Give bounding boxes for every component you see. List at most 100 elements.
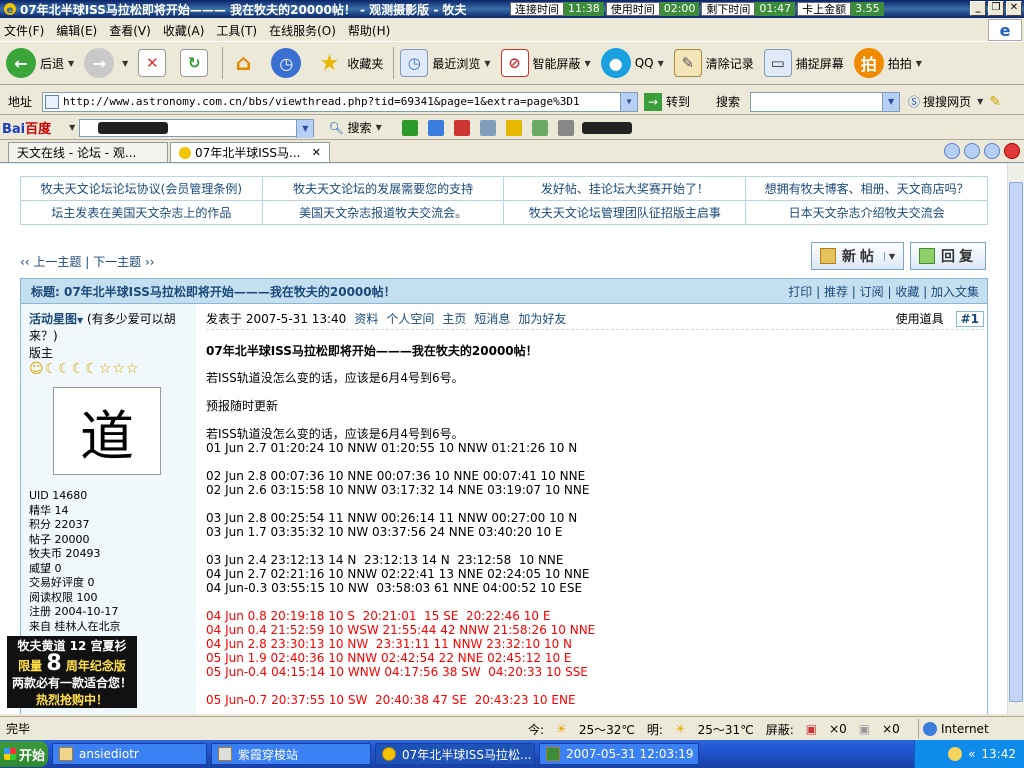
popup-block-icon[interactable]: ▣ (806, 722, 817, 736)
taskbar-item-folder[interactable]: ansiediotr (52, 743, 207, 765)
search-dropdown-icon[interactable]: ▼ (882, 92, 900, 111)
forward-button[interactable]: → ▼ (84, 48, 128, 78)
ad-block-icon[interactable]: ▣ (859, 722, 870, 736)
personal-space-link[interactable]: 个人空间 (386, 310, 434, 327)
close-button[interactable]: ✕ (1006, 1, 1022, 16)
pass-line: 01 Jun 2.7 01:20:24 10 NNW 01:20:55 10 N… (206, 441, 578, 455)
baidu-logo[interactable]: Bai百度 (2, 118, 51, 137)
user-profile: 活动星图▼ (有多少爱可以胡来？) 版主 ☺☾☾☾☾☆☆☆ 道 UID 1468… (7, 304, 196, 714)
paipai-button[interactable]: 拍 拍拍 ▼ (853, 48, 922, 78)
image-icon[interactable] (427, 119, 444, 136)
recent-dropdown-icon[interactable]: ▼ (484, 59, 490, 68)
menu-help[interactable]: 帮助(H) (348, 22, 390, 39)
announcement-link[interactable]: 坛主发表在美国天文杂志上的作品 (20, 200, 263, 225)
tools-icon[interactable] (557, 119, 574, 136)
promo-banner[interactable]: 牧夫黄道 12 宫夏衫 限量 8 周年纪念版 两款必有一款适合您！ 热烈抢购中！ (7, 636, 137, 708)
history-button[interactable]: ◷ (271, 48, 305, 78)
baidu-search-input[interactable]: ▼ (79, 118, 315, 138)
menu-view[interactable]: 查看(V) (109, 22, 151, 39)
taskbar: 开始 ansiediotr 紫霞穿梭站 07年北半球ISS马拉松... 2007… (0, 740, 1024, 768)
tab-back-icon[interactable] (984, 143, 1000, 159)
search-web-button[interactable]: 搜搜网页 (923, 93, 971, 110)
menu-online[interactable]: 在线服务(O) (269, 22, 336, 39)
vertical-scrollbar[interactable] (1007, 164, 1024, 714)
qq-button[interactable]: ● QQ ▼ (600, 48, 664, 78)
use-tools-link[interactable]: 使用道具 (896, 310, 944, 327)
announcement-link[interactable]: 牧夫天文论坛的发展需要您的支持 (261, 176, 505, 201)
announcement-link[interactable]: 发好帖、挂论坛大奖赛开始了！ (503, 176, 747, 201)
menu-favorites[interactable]: 收藏(A) (163, 22, 205, 39)
go-button[interactable]: → 转到 (644, 92, 690, 111)
refresh-button[interactable]: ↻ (180, 49, 212, 77)
start-button[interactable]: 开始 (0, 741, 48, 767)
tab-list-icon[interactable] (944, 143, 960, 159)
menu-file[interactable]: 文件(F) (4, 22, 44, 39)
clear-history-button[interactable]: ✎ 清除记录 (673, 49, 754, 77)
menu-tools[interactable]: 工具(T) (216, 22, 257, 39)
pass-line (206, 679, 984, 693)
baidu-search-button[interactable]: 🔍︎ 搜索 ▼ (328, 119, 381, 136)
message-link[interactable]: 短消息 (474, 310, 510, 327)
announcement-link[interactable]: 想拥有牧夫博客、相册、天文商店吗？ (745, 176, 988, 201)
restore-button[interactable]: ❐ (988, 1, 1004, 16)
taskbar-item-browser[interactable]: 07年北半球ISS马拉松... (375, 743, 535, 765)
new-post-dropdown-icon[interactable]: ▼ (883, 251, 895, 261)
announcement-link[interactable]: 牧夫天文论坛管理团队征招版主启事 (503, 200, 747, 225)
baidu-dropdown-icon[interactable]: ▼ (296, 119, 314, 138)
forward-dropdown-icon[interactable]: ▼ (122, 59, 128, 68)
taskbar-item-timer[interactable]: 2007-05-31 12:03:19 (539, 743, 699, 765)
baidu-search-dropdown-icon[interactable]: ▼ (376, 123, 382, 132)
back-button[interactable]: ← 后退 ▼ (6, 48, 74, 78)
prev-thread-link[interactable]: ‹‹ 上一主题 (20, 255, 81, 269)
home-button[interactable]: ⌂ (229, 49, 261, 77)
avatar[interactable]: 道 (53, 387, 161, 475)
recent-button[interactable]: ◷ 最近浏览 ▼ (400, 49, 491, 77)
promo-big-number: 8 (46, 651, 62, 676)
thread-actions[interactable]: 打印 | 推荐 | 订阅 | 收藏 | 加入文集 (788, 283, 979, 300)
pencil-icon[interactable]: ✎ (989, 94, 1001, 110)
music-icon[interactable] (401, 119, 418, 136)
close-tab-icon[interactable]: ✕ (312, 146, 321, 159)
baidu-menu-dropdown-icon[interactable]: ▼ (69, 123, 75, 132)
user-menu-icon[interactable]: ▼ (77, 316, 83, 325)
window-icon[interactable] (479, 119, 496, 136)
tab-new-icon[interactable] (964, 143, 980, 159)
announcement-link[interactable]: 牧夫天文论坛论坛协议(会员管理条例) (20, 176, 263, 201)
address-dropdown-icon[interactable]: ▼ (620, 92, 638, 111)
taskbar-item-zixia[interactable]: 紫霞穿梭站 (211, 743, 371, 765)
announcement-link[interactable]: 美国天文杂志报道牧夫交流会。 (261, 200, 505, 225)
reply-button[interactable]: 回复 (910, 242, 986, 270)
paipai-dropdown-icon[interactable]: ▼ (916, 59, 922, 68)
qq-dropdown-icon[interactable]: ▼ (658, 59, 664, 68)
add-friend-link[interactable]: 加为好友 (518, 310, 566, 327)
profile-link[interactable]: 资料 (354, 310, 378, 327)
news-icon[interactable] (453, 119, 470, 136)
username-link[interactable]: 活动星图 (29, 312, 77, 326)
stop-button[interactable]: ✕ (138, 49, 170, 77)
smart-block-dropdown-icon[interactable]: ▼ (585, 59, 591, 68)
tray-expand-icon[interactable]: « (968, 747, 975, 761)
tab-iss-thread[interactable]: 07年北半球ISS马... ✕ (170, 142, 330, 162)
homepage-link[interactable]: 主页 (442, 310, 466, 327)
translate-icon[interactable] (531, 119, 548, 136)
favorites-button[interactable]: ★ 收藏夹 (315, 49, 383, 77)
tab-astronomy-online[interactable]: 天文在线 - 论坛 - 观... (8, 142, 168, 162)
new-post-button[interactable]: 新帖 ▼ (810, 242, 904, 270)
back-dropdown-icon[interactable]: ▼ (68, 59, 74, 68)
search-web-dropdown-icon[interactable]: ▼ (977, 97, 983, 106)
announcement-link[interactable]: 日本天文杂志介绍牧夫交流会 (745, 200, 988, 225)
highlighter-icon[interactable] (505, 119, 522, 136)
floor-number[interactable]: #1 (955, 310, 984, 327)
next-thread-link[interactable]: 下一主题 ›› (93, 255, 154, 269)
smart-block-button[interactable]: ⊘ 智能屏蔽 ▼ (500, 49, 591, 77)
scrollbar-thumb[interactable] (1009, 182, 1023, 702)
address-input[interactable]: http://www.astronomy.com.cn/bbs/viewthre… (42, 91, 639, 112)
menu-edit[interactable]: 编辑(E) (56, 22, 97, 39)
capture-screen-button[interactable]: ▭ 捕捉屏幕 (763, 49, 844, 77)
tray-icon[interactable] (948, 747, 963, 761)
minimize-button[interactable]: _ (970, 1, 986, 16)
toolbar-search-input[interactable]: ▼ (750, 91, 901, 112)
baidu-logo-b: 百度 (25, 122, 52, 137)
address-label: 地址 (8, 95, 33, 109)
tab-close-all-icon[interactable] (1004, 143, 1020, 159)
